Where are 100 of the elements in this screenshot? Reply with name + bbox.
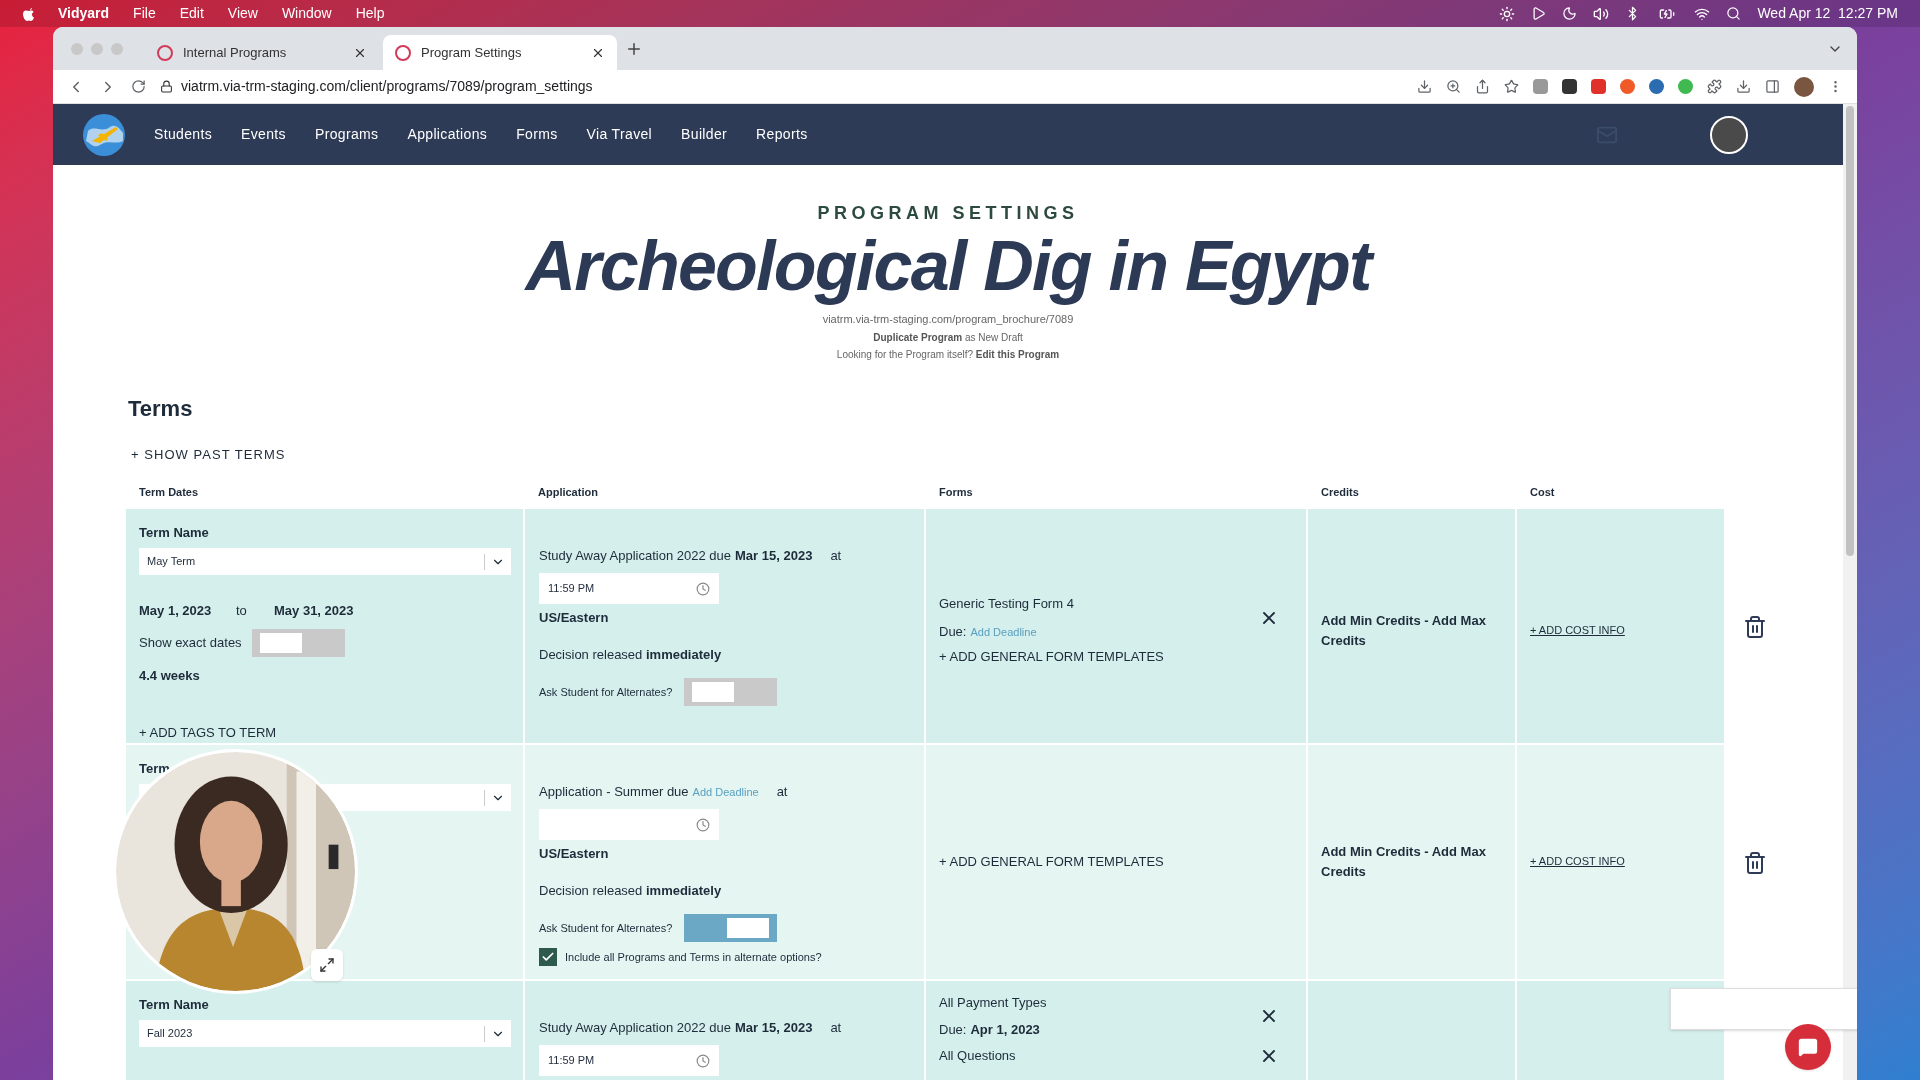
column-header: Credits [1320, 485, 1360, 500]
delete-icon[interactable] [1743, 850, 1767, 875]
check-icon [541, 950, 555, 964]
application-due-text: Study Away Application 2022 due [539, 1018, 732, 1037]
bookmark-icon[interactable] [1504, 79, 1519, 94]
form-name: All Payment Types [939, 993, 1047, 1012]
show-past-terms-button[interactable]: + SHOW PAST TERMS [131, 444, 286, 464]
column-header: Cost [1529, 485, 1556, 500]
add-tags-link[interactable]: + ADD TAGS TO TERM [139, 723, 277, 743]
browser-tab[interactable]: Program Settings [383, 35, 617, 70]
expand-icon [319, 957, 335, 973]
clock-icon [696, 1053, 710, 1068]
extension-icon[interactable] [1649, 79, 1664, 94]
time-field[interactable] [539, 809, 719, 840]
clock-icon [696, 817, 710, 832]
profile-avatar[interactable] [1794, 76, 1814, 97]
column-header: Term Dates [138, 485, 200, 500]
nav-link[interactable]: Applications [407, 124, 488, 145]
install-icon[interactable] [1417, 79, 1432, 94]
include-all-checkbox[interactable] [539, 948, 557, 966]
terms-heading: Terms [128, 394, 194, 423]
column-header: Application [537, 485, 599, 500]
extension-icon[interactable] [1562, 79, 1577, 94]
nav-link[interactable]: Programs [314, 124, 379, 145]
nav-link[interactable]: Events [241, 124, 286, 145]
add-form-templates-link[interactable]: + ADD GENERAL FORM TEMPLATES [939, 647, 1164, 667]
alternates-label: Ask Student for Alternates? [539, 684, 674, 700]
nav-link[interactable]: Students [154, 124, 213, 145]
show-exact-dates-label: Show exact dates [139, 633, 243, 652]
form-due-label: Due: [939, 622, 967, 641]
edit-program-link[interactable]: Edit this Program [975, 348, 1060, 360]
term-name-label: Term Name [139, 523, 210, 542]
start-date: May 1, 2023 [139, 602, 213, 620]
extensions-icon[interactable] [1707, 79, 1722, 94]
term-name-dropdown[interactable]: Fall 2023 [139, 1020, 511, 1047]
show-exact-dates-toggle[interactable] [252, 628, 345, 657]
add-cost-info-link[interactable]: + ADD COST INFO [1530, 853, 1711, 870]
app-menu[interactable]: Vidyard [58, 3, 110, 24]
nav-link[interactable]: Via Travel [586, 124, 653, 145]
share-icon[interactable] [1475, 79, 1490, 94]
decision-release-text: Decision released immediately [539, 881, 723, 900]
add-cost-info-link[interactable]: + ADD COST INFO [1530, 622, 1711, 639]
apple-icon[interactable] [22, 5, 36, 22]
form-due-label: Due: [939, 1021, 967, 1039]
scrollbar-thumb[interactable] [1846, 106, 1854, 556]
alternates-toggle[interactable] [684, 678, 777, 706]
chat-button[interactable] [1785, 1024, 1831, 1070]
application-due-text: Study Away Application 2022 due [539, 546, 732, 565]
moon-icon[interactable] [1562, 6, 1578, 21]
volume-icon[interactable] [1593, 5, 1610, 22]
term-name-dropdown[interactable]: May Term [139, 548, 511, 575]
application-due-date: Mar 15, 2023 [735, 546, 813, 565]
menu-item[interactable]: View [227, 3, 258, 24]
browser-tab[interactable]: Internal Programs [145, 35, 379, 70]
nav-link[interactable]: Reports [756, 124, 808, 145]
downloads-icon[interactable] [1736, 79, 1751, 94]
term-duration: 4.4 weeks [139, 666, 201, 685]
side-panel-icon[interactable] [1765, 79, 1780, 94]
play-icon[interactable] [1531, 6, 1547, 21]
edit-program-text: Looking for the Program itself? Edit this Program [836, 347, 1060, 362]
duplicate-program-link[interactable]: Duplicate Program [873, 331, 963, 343]
timezone-label: US/Eastern [539, 845, 610, 863]
form-name: All Questions [939, 1046, 1016, 1065]
end-date: May 31, 2023 [274, 602, 354, 620]
address-bar[interactable]: viatrm.via-trm-staging.com/client/programs/7089/program_settings [160, 72, 1403, 101]
nav-link[interactable]: Forms [516, 124, 558, 145]
extension-icon[interactable] [1620, 79, 1635, 94]
delete-icon[interactable] [1743, 614, 1767, 639]
page-eyebrow: PROGRAM SETTINGS [817, 202, 1079, 225]
at-label: at [830, 546, 842, 565]
menu-item[interactable]: Edit [179, 3, 204, 24]
menu-item[interactable]: Window [281, 3, 332, 24]
sun-icon[interactable] [1499, 5, 1516, 22]
form-name: Generic Testing Form 4 [939, 595, 1074, 614]
add-form-templates-link[interactable]: + ADD GENERAL FORM TEMPLATES [939, 851, 1164, 872]
clock-text[interactable]: Wed Apr 12 12:27 PM [1757, 3, 1898, 24]
application-due-text: Application - Summer due [539, 782, 689, 801]
menu-item[interactable]: File [133, 3, 156, 24]
clock-icon [696, 581, 710, 596]
date-separator: to [236, 602, 248, 620]
nav-link[interactable]: Builder [681, 124, 728, 145]
time-field[interactable]: 11:59 PM [539, 573, 719, 604]
credits-text: Add Min Credits - Add Max Credits [1321, 843, 1487, 881]
include-all-label: Include all Programs and Terms in alternate options? [565, 949, 822, 965]
timezone-label: US/Eastern [539, 609, 610, 627]
duplicate-program-text: Duplicate Program as New Draft [873, 330, 1023, 345]
zoom-icon[interactable] [1446, 79, 1461, 94]
column-header: Forms [938, 485, 974, 500]
decision-release-text: Decision released immediately [539, 645, 723, 664]
application-due-date: Mar 15, 2023 [735, 1018, 813, 1037]
menu-item[interactable]: Help [355, 3, 385, 24]
brochure-link[interactable]: viatrm.via-trm-staging.com/program_brochure/7089 [822, 311, 1074, 328]
tab-logo-icon [157, 44, 173, 61]
expand-button[interactable] [311, 949, 343, 981]
search-icon[interactable] [1726, 6, 1742, 21]
credits-text: Add Min Credits - Add Max Credits [1321, 612, 1487, 650]
reload-icon[interactable] [131, 79, 146, 94]
time-field[interactable]: 11:59 PM [539, 1045, 719, 1076]
alternates-toggle[interactable] [684, 914, 777, 942]
user-avatar[interactable] [1710, 115, 1748, 154]
